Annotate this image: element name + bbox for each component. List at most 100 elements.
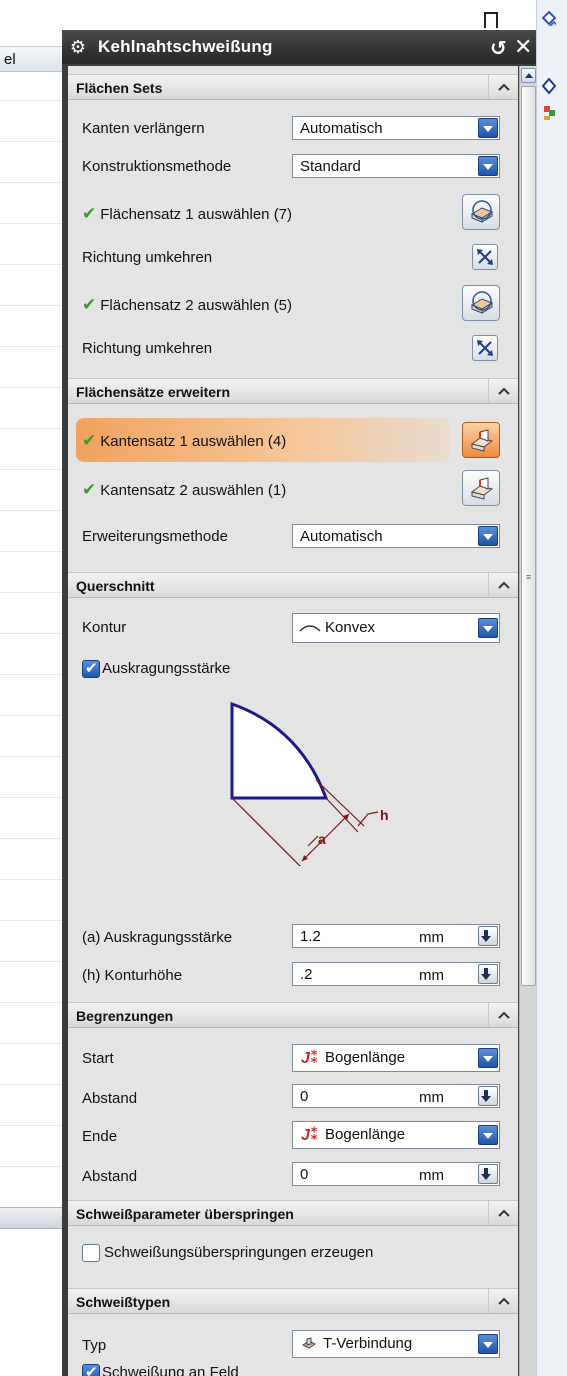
chevron-up-icon[interactable] — [488, 379, 518, 403]
background-row-line — [0, 920, 62, 921]
kontur-dropdown[interactable]: Konvex — [292, 613, 500, 643]
checkmark-icon: ✔ — [82, 431, 97, 450]
scrollbar-thumb[interactable]: ≡ — [521, 86, 536, 986]
erweiterungsmethode-dropdown[interactable]: Automatisch — [292, 524, 500, 548]
background-row-line — [0, 674, 62, 675]
reverse-direction-1-button[interactable] — [472, 244, 498, 270]
schweissungsueberspringungen-label: Schweißungsüberspringungen erzeugen — [104, 1244, 374, 1261]
arc-length-icon: J⁑ — [301, 1127, 319, 1144]
scroll-up-icon[interactable] — [521, 68, 536, 83]
dropdown-arrow-icon[interactable] — [478, 1125, 498, 1145]
arc-length-icon: J⁑ — [301, 1050, 319, 1067]
dropdown-arrow-icon[interactable] — [478, 618, 498, 638]
flaechensatz-1-row[interactable]: ✔ Flächensatz 1 auswählen (7) — [82, 204, 292, 224]
schweissungsueberspringungen-checkbox[interactable] — [82, 1244, 100, 1262]
t-joint-icon — [302, 1337, 316, 1349]
diamond-icon[interactable] — [542, 78, 558, 94]
fillet-profile-diagram: h a — [230, 701, 388, 866]
background-row-line — [0, 879, 62, 880]
background-table — [0, 40, 62, 1376]
konstruktionsmethode-dropdown[interactable]: Standard — [292, 154, 500, 178]
section-erweitern-header[interactable]: Flächensätze erweitern — [68, 378, 518, 404]
background-row-line — [0, 633, 62, 634]
reverse-arrows-icon — [477, 340, 493, 356]
konturhoehe-label: (h) Konturhöhe — [82, 967, 183, 984]
chevron-up-icon[interactable] — [488, 1201, 518, 1225]
dialog-content: Flächen Sets Kanten verlängern Automatis… — [68, 66, 518, 1376]
select-edge-set-2-button[interactable] — [462, 470, 500, 506]
value-menu-icon[interactable] — [478, 1086, 498, 1106]
maximize-icon[interactable] — [484, 12, 498, 28]
kantensatz-2-row[interactable]: ✔ Kantensatz 2 auswählen (1) — [82, 480, 286, 500]
edge-select-icon — [470, 429, 494, 452]
background-row-line — [0, 182, 62, 183]
gear-icon[interactable]: ⚙ — [68, 37, 88, 57]
background-column-header[interactable]: el — [0, 46, 62, 72]
background-row-line — [0, 1002, 62, 1003]
face-select-icon — [470, 200, 494, 223]
ende-label: Ende — [82, 1128, 118, 1145]
typ-label: Typ — [82, 1337, 107, 1354]
chevron-up-icon[interactable] — [488, 573, 518, 597]
close-icon[interactable]: ✕ — [514, 34, 532, 60]
value-menu-icon[interactable] — [478, 926, 498, 946]
chevron-up-icon[interactable] — [488, 1289, 518, 1313]
abstand-2-input[interactable]: 0 mm — [292, 1162, 500, 1186]
background-row-line — [0, 715, 62, 716]
kantensatz-1-row[interactable]: ✔ Kantensatz 1 auswählen (4) — [82, 431, 286, 451]
start-dropdown[interactable]: J⁑ Bogenlänge — [292, 1044, 500, 1072]
reverse-direction-2-button[interactable] — [472, 335, 498, 361]
select-face-set-1-button[interactable] — [462, 194, 500, 230]
section-flaechen-sets-header[interactable]: Flächen Sets — [68, 74, 518, 100]
abstand-1-input[interactable]: 0 mm — [292, 1084, 500, 1108]
dropdown-arrow-icon[interactable] — [478, 1334, 498, 1354]
checkmark-icon: ✔ — [82, 480, 97, 499]
right-toolbar-strip — [536, 0, 567, 1376]
dropdown-arrow-icon[interactable] — [478, 1048, 498, 1068]
grip-icon: ≡ — [526, 572, 532, 582]
dialog-titlebar[interactable]: ⚙ Kehlnahtschweißung ↺ ✕ — [62, 30, 536, 64]
auskragungsstaerke-value-label: (a) Auskragungsstärke — [82, 929, 233, 946]
section-begrenzungen-header[interactable]: Begrenzungen — [68, 1002, 518, 1028]
section-ueberspringen-header[interactable]: Schweißparameter überspringen — [68, 1200, 518, 1226]
dropdown-arrow-icon[interactable] — [478, 118, 498, 138]
reverse-arrows-icon — [477, 249, 493, 265]
auskragungsstaerke-checkbox[interactable] — [82, 659, 100, 678]
section-querschnitt-header[interactable]: Querschnitt — [68, 572, 518, 598]
section-schweisstypen-header[interactable]: Schweißtypen — [68, 1288, 518, 1314]
flaechensatz-2-row[interactable]: ✔ Flächensatz 2 auswählen (5) — [82, 295, 292, 315]
ende-dropdown[interactable]: J⁑ Bogenlänge — [292, 1121, 500, 1149]
value-menu-icon[interactable] — [478, 964, 498, 984]
fillet-weld-dialog: ⚙ Kehlnahtschweißung ↺ ✕ Flächen Sets Ka… — [62, 30, 536, 1376]
value-menu-icon[interactable] — [478, 1164, 498, 1184]
reset-icon[interactable]: ↺ — [490, 36, 507, 61]
schweissung-an-feld-label: Schweißung an Feld — [102, 1364, 239, 1376]
chevron-up-icon[interactable] — [488, 75, 518, 99]
background-row-line — [0, 510, 62, 511]
checkmark-icon: ✔ — [82, 295, 97, 314]
select-face-set-2-button[interactable] — [462, 285, 500, 321]
background-row-line — [0, 387, 62, 388]
schweissung-an-feld-checkbox[interactable] — [82, 1363, 100, 1376]
edge-select-icon — [470, 477, 494, 500]
select-edge-set-1-button[interactable] — [462, 422, 500, 458]
typ-dropdown[interactable]: T-Verbindung — [292, 1330, 500, 1358]
dialog-title: Kehlnahtschweißung — [98, 37, 273, 56]
konturhoehe-input[interactable]: .2 mm — [292, 962, 500, 986]
background-row-line — [0, 305, 62, 306]
richtung-2-label: Richtung umkehren — [82, 340, 213, 357]
start-label: Start — [82, 1050, 114, 1067]
dropdown-arrow-icon[interactable] — [478, 526, 498, 546]
color-blocks-icon[interactable] — [542, 104, 558, 120]
konstruktionsmethode-label: Konstruktionsmethode — [82, 158, 232, 175]
auskragungsstaerke-input[interactable]: 1.2 mm — [292, 924, 500, 948]
background-row-line — [0, 264, 62, 265]
chevron-up-icon[interactable] — [488, 1003, 518, 1027]
dropdown-arrow-icon[interactable] — [478, 156, 498, 176]
dialog-scrollbar[interactable]: ≡ — [519, 66, 536, 1376]
diamond-pin-icon[interactable] — [540, 10, 556, 26]
kanten-verlaengern-dropdown[interactable]: Automatisch — [292, 116, 500, 140]
face-select-icon — [470, 291, 494, 314]
kanten-verlaengern-label: Kanten verlängern — [82, 120, 205, 137]
background-row-line — [0, 838, 62, 839]
